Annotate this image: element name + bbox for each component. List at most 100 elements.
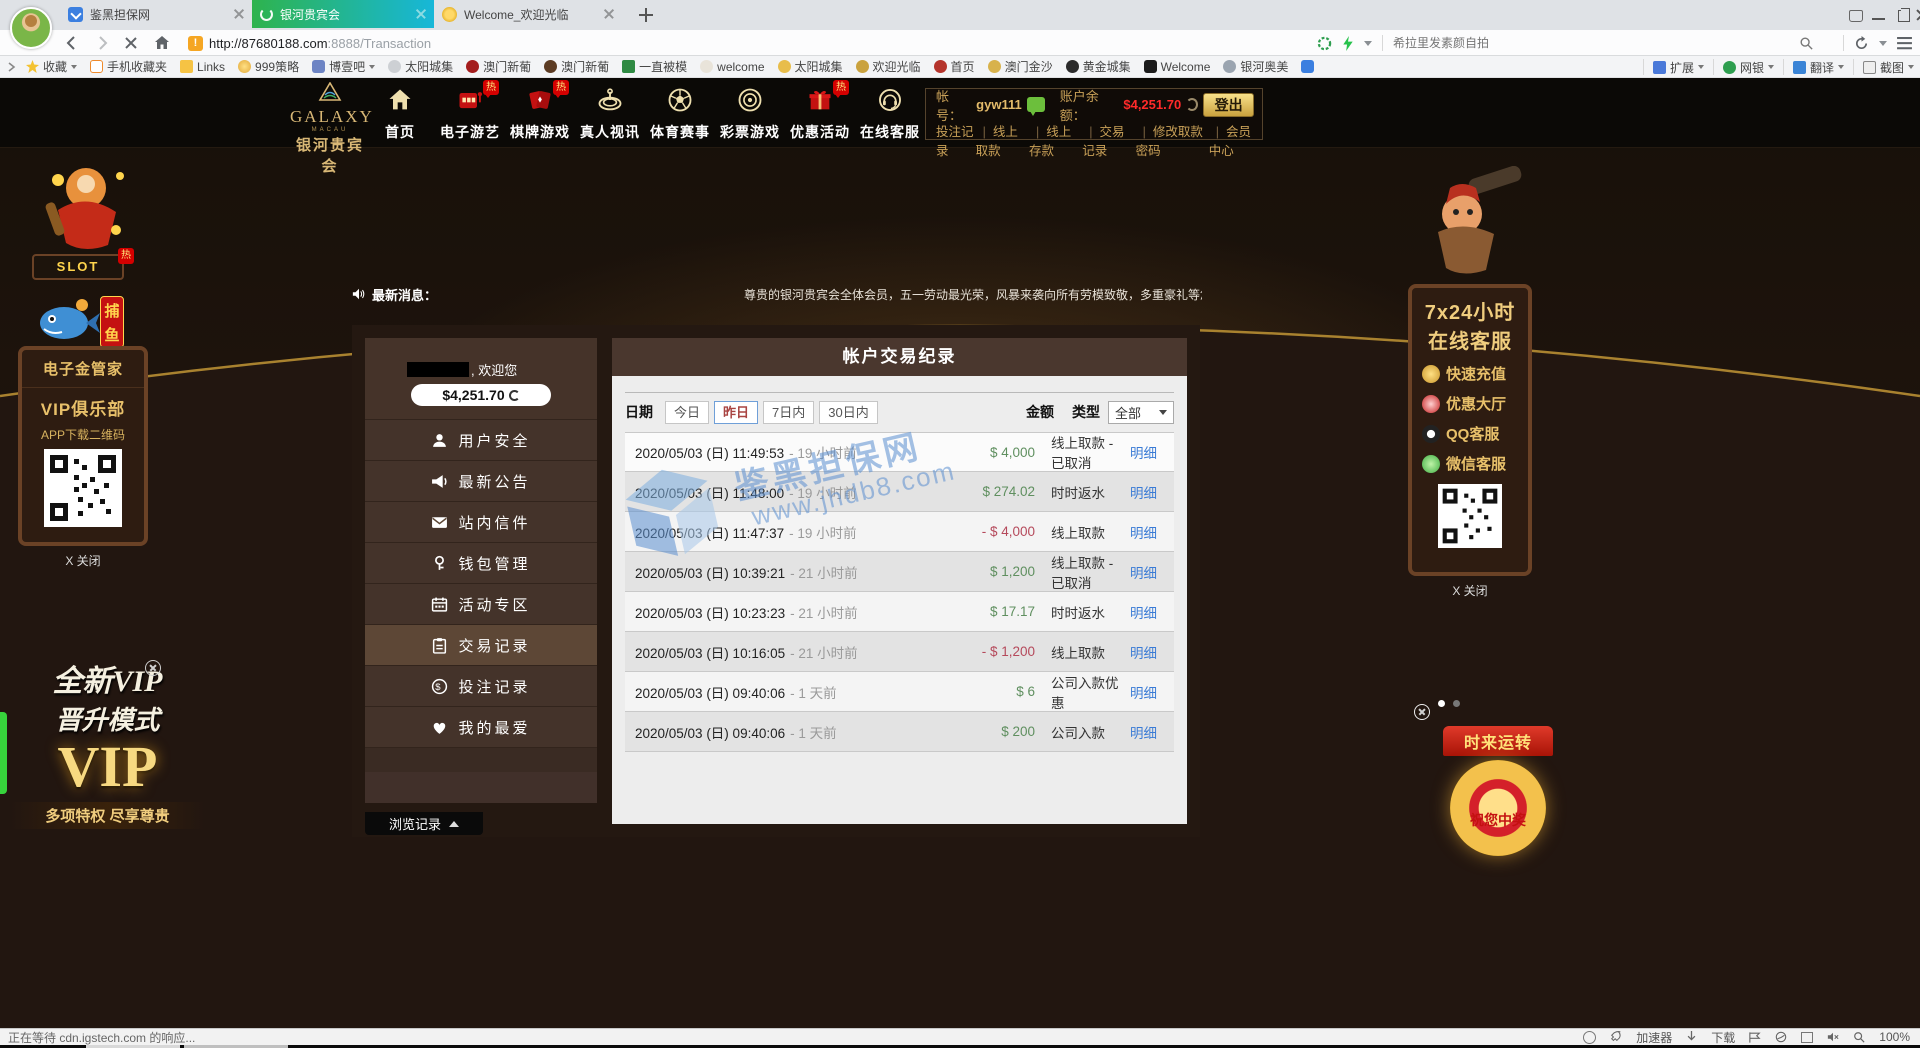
- carousel-dots[interactable]: [1438, 700, 1460, 707]
- e-money-manager-link[interactable]: 电子金管家: [22, 358, 144, 379]
- wheel-ad-close-icon[interactable]: [1414, 704, 1430, 720]
- link-bet-records[interactable]: 投注记录: [936, 121, 976, 159]
- detail-link[interactable]: 明细: [1130, 682, 1164, 702]
- menu-transactions-active[interactable]: 交易记录: [365, 625, 597, 666]
- extensions-button[interactable]: 扩展: [1653, 59, 1704, 76]
- detail-link[interactable]: 明细: [1130, 642, 1164, 662]
- member-balance-pill[interactable]: $4,251.70: [411, 384, 551, 406]
- bookmark-links-folder[interactable]: Links: [180, 60, 225, 74]
- bookmark-item[interactable]: 博壹吧: [312, 58, 375, 75]
- menu-announcements[interactable]: 最新公告: [365, 461, 597, 502]
- bookmark-item[interactable]: 澳门金沙: [988, 58, 1053, 75]
- type-select[interactable]: 全部: [1108, 401, 1174, 424]
- lucky-wheel-ad[interactable]: 时来运转 祝您中奖: [1443, 726, 1553, 886]
- fish-game-tag[interactable]: 捕鱼: [100, 296, 124, 348]
- back-icon[interactable]: [62, 33, 82, 53]
- insecure-warning-icon[interactable]: !: [188, 36, 203, 51]
- download-icon[interactable]: [1686, 1031, 1697, 1043]
- maximize-button[interactable]: [1896, 8, 1910, 22]
- menu-activities[interactable]: 活动专区: [365, 584, 597, 625]
- menu-user-security[interactable]: 用户安全: [365, 420, 597, 461]
- search-input[interactable]: [1393, 36, 1793, 50]
- netbank-button[interactable]: 网银: [1723, 59, 1774, 76]
- wechat-service-link[interactable]: 微信客服: [1422, 453, 1528, 474]
- right-widget-close[interactable]: X 关闭: [1408, 582, 1532, 599]
- detail-link[interactable]: 明细: [1130, 562, 1164, 582]
- qq-service-link[interactable]: QQ客服: [1422, 423, 1528, 444]
- link-member-center[interactable]: 会员中心: [1209, 121, 1262, 159]
- menu-icon[interactable]: [1897, 37, 1912, 50]
- site-logo[interactable]: GALAXY MACAU 银河贵宾会: [290, 82, 370, 176]
- detail-link[interactable]: 明细: [1130, 522, 1164, 542]
- nav-sports[interactable]: 体育赛事: [648, 84, 712, 146]
- bookmark-item[interactable]: 太阳城集: [778, 58, 843, 75]
- link-change-password[interactable]: 修改取款密码: [1136, 121, 1209, 159]
- left-widget-close[interactable]: X 关闭: [18, 552, 148, 569]
- gunner-character[interactable]: [1410, 166, 1530, 286]
- download-label[interactable]: 下载: [1711, 1029, 1735, 1046]
- vip-club-link[interactable]: VIP俱乐部: [22, 387, 144, 420]
- menu-messages[interactable]: 站内信件: [365, 502, 597, 543]
- detail-link[interactable]: 明细: [1130, 722, 1164, 742]
- nav-cards[interactable]: 热 棋牌游戏: [508, 84, 572, 146]
- nav-slots[interactable]: 热 电子游艺: [438, 84, 502, 146]
- browser-avatar[interactable]: [10, 7, 52, 49]
- menu-bet-records[interactable]: $ 投注记录: [365, 666, 597, 707]
- new-tab-button[interactable]: [638, 7, 654, 23]
- filter-today[interactable]: 今日: [665, 401, 709, 424]
- restore-caret-icon[interactable]: [1879, 41, 1887, 46]
- bookmark-item[interactable]: 银河奥美: [1223, 58, 1288, 75]
- menu-wallet[interactable]: 钱包管理: [365, 543, 597, 584]
- bookmark-mobile[interactable]: 手机收藏夹: [90, 58, 167, 75]
- bookmark-item[interactable]: 一直被模: [622, 58, 687, 75]
- browse-history-tab[interactable]: 浏览记录: [365, 812, 483, 835]
- tab-galaxy-active[interactable]: 银河贵宾会: [252, 0, 434, 28]
- detail-link[interactable]: 明细: [1130, 602, 1164, 622]
- restore-session-icon[interactable]: [1854, 36, 1869, 51]
- tools-caret-icon[interactable]: [1364, 41, 1372, 46]
- nav-home[interactable]: 首页: [368, 84, 432, 146]
- bookmark-item[interactable]: 澳门新葡: [544, 58, 609, 75]
- bookmark-item[interactable]: 999策略: [238, 58, 299, 75]
- link-transactions[interactable]: 交易记录: [1082, 121, 1135, 159]
- window-mode-icon[interactable]: [1801, 1032, 1813, 1043]
- nav-customer-service[interactable]: 在线客服: [858, 84, 922, 146]
- quick-deposit-link[interactable]: 快速充值: [1422, 363, 1528, 384]
- tab1-close-icon[interactable]: [234, 9, 244, 19]
- promo-hall-link[interactable]: 优惠大厅: [1422, 393, 1528, 414]
- speedometer-icon[interactable]: [1583, 1031, 1596, 1044]
- nav-promotions[interactable]: 热 优惠活动: [788, 84, 852, 146]
- close-window-button[interactable]: [1916, 9, 1920, 21]
- bookmark-item[interactable]: 欢迎光临: [856, 58, 921, 75]
- detail-link[interactable]: 明细: [1130, 482, 1164, 502]
- search-box[interactable]: [1393, 36, 1833, 50]
- accelerator-label[interactable]: 加速器: [1636, 1029, 1672, 1046]
- ie-icon[interactable]: [1775, 1031, 1787, 1043]
- translate-button[interactable]: 翻译: [1793, 59, 1844, 76]
- chat-bubble-icon[interactable]: [1027, 97, 1045, 112]
- screenshot-button[interactable]: 截图: [1863, 59, 1914, 76]
- aperture-icon[interactable]: [1317, 36, 1332, 51]
- bookmark-item[interactable]: 鉴黑担保: [1301, 58, 1316, 75]
- nav-live-casino[interactable]: 真人视讯: [578, 84, 642, 146]
- search-icon[interactable]: [1799, 36, 1813, 50]
- logout-button[interactable]: 登出: [1203, 93, 1254, 117]
- tab2-close-icon[interactable]: [416, 9, 426, 19]
- forward-icon[interactable]: [92, 33, 112, 53]
- bookmark-favorites[interactable]: 收藏: [26, 58, 77, 75]
- mute-icon[interactable]: [1827, 1031, 1839, 1043]
- bookmark-item[interactable]: 黄金城集: [1066, 58, 1131, 75]
- filter-yesterday-active[interactable]: 昨日: [714, 401, 758, 424]
- minimize-button[interactable]: [1872, 8, 1886, 22]
- refresh-balance-icon[interactable]: [1186, 98, 1198, 111]
- wheel-graphic[interactable]: 祝您中奖: [1450, 760, 1546, 856]
- monkey-king-character[interactable]: [28, 150, 138, 260]
- link-deposit[interactable]: 线上存款: [1029, 121, 1082, 159]
- menu-favorites[interactable]: 我的最爱: [365, 707, 597, 748]
- vip-ad-close-icon[interactable]: [145, 660, 161, 676]
- filter-30days[interactable]: 30日内: [819, 401, 877, 424]
- vip-promo-ad[interactable]: 全新VIP 晋升模式 VIP 多项特权 尽享尊贵: [10, 656, 205, 841]
- bookmark-item[interactable]: 澳门新葡: [466, 58, 531, 75]
- url-box[interactable]: ! http://87680188.com:8888/Transaction: [188, 33, 1328, 53]
- zoom-level[interactable]: 100%: [1879, 1030, 1910, 1044]
